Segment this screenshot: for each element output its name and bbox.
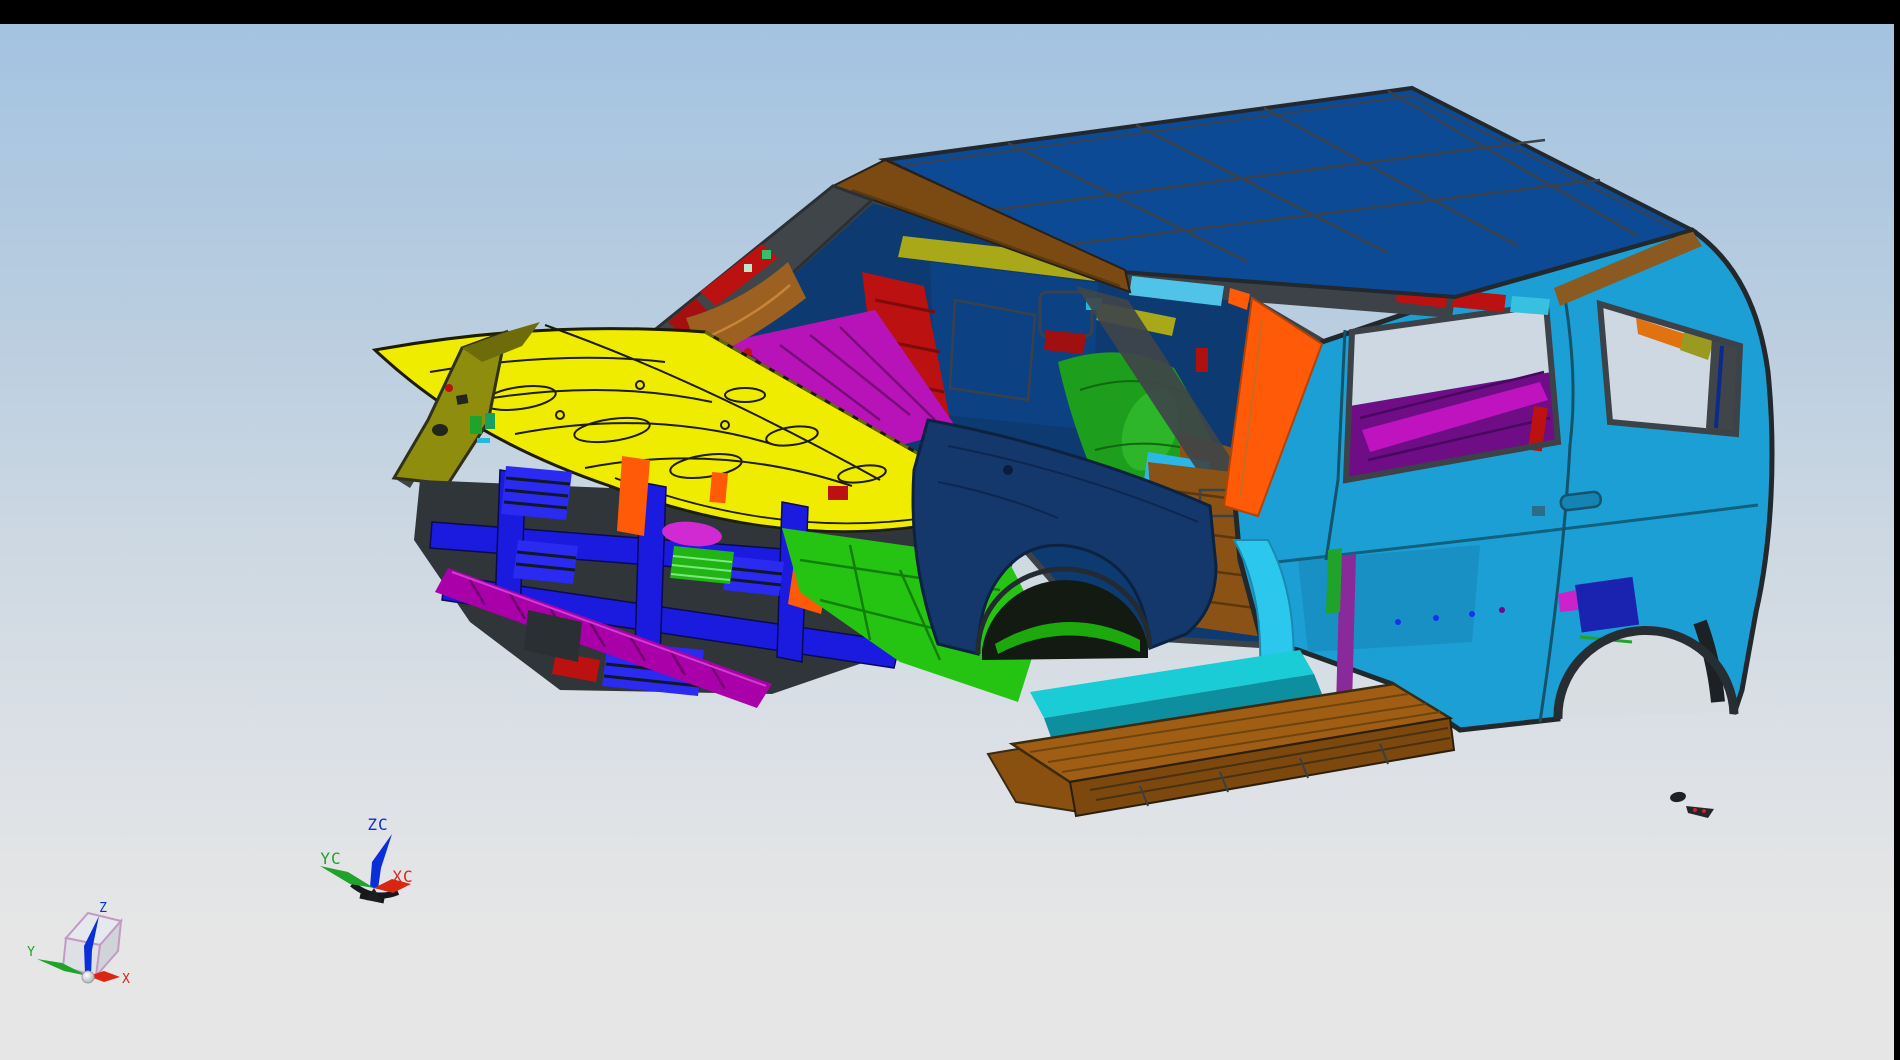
wcs-triad[interactable]: ZC YC XC xyxy=(320,815,414,902)
plug-dot-purple xyxy=(1499,607,1505,613)
datum-csys[interactable]: Z Y X xyxy=(27,901,130,987)
fender-hole xyxy=(1003,465,1013,475)
fender-green-clip-2 xyxy=(485,413,495,429)
fender-green-clip xyxy=(470,416,482,434)
wcs-y-label: YC xyxy=(320,849,341,868)
rail-cyan-seg xyxy=(1510,296,1550,315)
cad-application-window: { "window": { "top_bar": "", "right_bar"… xyxy=(0,0,1900,1060)
plug-dot xyxy=(1395,619,1401,625)
bracket-red-dot xyxy=(1693,808,1697,812)
fender-teal-dash xyxy=(477,438,490,443)
csys-x-label: X xyxy=(122,972,130,987)
fender-hole xyxy=(432,424,448,436)
wcs-x-label: XC xyxy=(392,867,413,886)
red-clip xyxy=(828,486,848,500)
fender-red-mark xyxy=(445,384,453,392)
orange-clip xyxy=(709,472,728,503)
pillar-inner-green xyxy=(1326,548,1342,614)
csys-y-label: Y xyxy=(27,945,35,960)
rail-pale-tick xyxy=(744,264,752,272)
small-bracket[interactable] xyxy=(1686,806,1714,818)
arch-navy-box[interactable] xyxy=(1575,577,1639,633)
door-shade xyxy=(1298,545,1480,652)
door-handle[interactable] xyxy=(1560,491,1602,511)
rail-green-tick xyxy=(762,250,771,259)
handle-bracket xyxy=(1532,506,1545,516)
window-right-bar xyxy=(1894,0,1900,1060)
loose-parts[interactable] xyxy=(1669,791,1714,818)
dash-red-plate xyxy=(1044,330,1086,354)
interior-red-strip xyxy=(1196,348,1208,372)
plug-dot xyxy=(1433,615,1439,621)
small-part[interactable] xyxy=(1669,791,1686,804)
fender-slot xyxy=(456,394,468,405)
wcs-y-axis-arrow[interactable] xyxy=(320,866,374,888)
csys-z-label: Z xyxy=(99,901,107,916)
wcs-z-label: ZC xyxy=(367,815,388,834)
model-canvas[interactable]: ZC YC XC Z Y X xyxy=(0,0,1900,1060)
csys-origin-sphere[interactable] xyxy=(82,971,94,983)
bracket-red-dot xyxy=(1702,809,1706,813)
plug-dot xyxy=(1469,611,1475,617)
graphics-window[interactable]: ZC YC XC Z Y X xyxy=(0,24,1894,1060)
car-body-model[interactable] xyxy=(375,88,1772,818)
